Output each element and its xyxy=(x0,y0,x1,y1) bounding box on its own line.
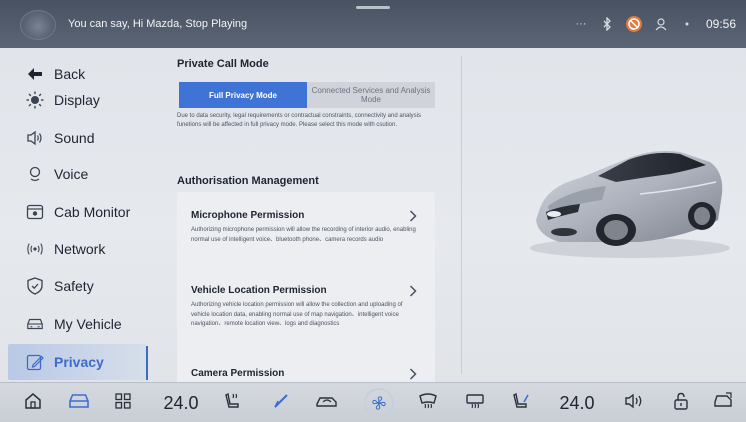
sidebar-item-label: Safety xyxy=(54,278,94,294)
privacy-settings-screen: You can say, Hi Mazda, Stop Playing ··· … xyxy=(0,0,746,422)
sidebar-item-label: Cab Monitor xyxy=(54,204,131,220)
sidebar-item-sound[interactable]: Sound xyxy=(8,120,146,156)
chevron-right-icon xyxy=(409,368,417,382)
passenger-seat-button[interactable] xyxy=(508,389,534,417)
active-indicator xyxy=(146,346,148,380)
sidebar-item-network[interactable]: Network xyxy=(8,231,146,267)
voice-icon xyxy=(26,165,44,183)
sidebar-item-label: Sound xyxy=(54,130,95,146)
private-call-mode-selector: Full Privacy Mode Connected Services and… xyxy=(179,82,435,108)
sidebar-item-safety[interactable]: Safety xyxy=(8,268,146,304)
chevron-right-icon xyxy=(409,285,417,300)
sidebar-item-privacy[interactable]: Privacy xyxy=(8,344,146,380)
fan-icon xyxy=(364,388,394,418)
front-defrost-icon xyxy=(418,392,438,415)
microphone-permission-row[interactable]: Microphone Permission Authorizing microp… xyxy=(191,210,427,245)
home-icon xyxy=(24,392,42,415)
network-icon xyxy=(26,240,44,258)
car-icon xyxy=(26,315,44,333)
back-arrow-icon xyxy=(26,65,44,83)
connected-services-mode-button[interactable]: Connected Services and Analysis Mode xyxy=(307,82,435,108)
more-icon: ··· xyxy=(575,18,587,30)
driver-temperature[interactable]: 24.0 xyxy=(156,389,206,417)
clock: 09:56 xyxy=(705,17,736,31)
sidebar-item-voice[interactable]: Voice xyxy=(8,156,146,192)
wiper-icon xyxy=(272,392,290,415)
apps-button[interactable] xyxy=(110,389,136,417)
lock-button[interactable] xyxy=(668,389,694,417)
bluetooth-icon xyxy=(600,16,614,32)
status-icons: ··· 09:56 xyxy=(574,14,736,34)
front-defrost-button[interactable] xyxy=(415,389,441,417)
privacy-content: Private Call Mode Full Privacy Mode Conn… xyxy=(165,48,455,382)
sidebar-item-label: Network xyxy=(54,241,106,257)
seat-icon xyxy=(512,392,530,415)
sun-icon xyxy=(26,91,44,109)
permission-title: Vehicle Location Permission xyxy=(191,285,327,296)
mute-warning-icon xyxy=(625,16,642,32)
car-view-button[interactable] xyxy=(710,389,736,417)
speaker-icon xyxy=(26,129,44,147)
permission-title: Camera Permission xyxy=(191,368,285,379)
panel-divider xyxy=(461,56,462,374)
sidebar-item-my-vehicle[interactable]: My Vehicle xyxy=(8,306,146,342)
car-recirculation-icon xyxy=(315,393,339,414)
shield-icon xyxy=(26,277,44,295)
driver-temp-value: 24.0 xyxy=(163,392,199,413)
driver-seat-heat-button[interactable] xyxy=(220,389,246,417)
volume-icon xyxy=(624,393,646,414)
status-bar: You can say, Hi Mazda, Stop Playing ··· … xyxy=(0,0,746,48)
vehicle-location-permission-row[interactable]: Vehicle Location Permission Authorizing … xyxy=(191,285,427,330)
chevron-right-icon xyxy=(409,210,417,225)
signal-icon xyxy=(680,17,694,31)
vehicle-button[interactable] xyxy=(64,389,94,417)
camera-permission-row[interactable]: Camera Permission xyxy=(191,368,427,382)
lock-icon xyxy=(673,392,689,415)
sidebar-item-label: Display xyxy=(54,92,100,108)
rear-defrost-button[interactable] xyxy=(462,389,488,417)
passenger-temperature[interactable]: 24.0 xyxy=(552,389,602,417)
seat-heat-icon xyxy=(224,392,242,415)
climate-dock: 24.0 24.0 xyxy=(0,382,746,422)
apps-grid-icon xyxy=(115,392,131,414)
permissions-list: Microphone Permission Authorizing microp… xyxy=(177,192,435,382)
permission-title: Microphone Permission xyxy=(191,210,305,221)
wiper-button[interactable] xyxy=(268,389,294,417)
sidebar-item-label: Privacy xyxy=(54,354,104,370)
voice-prompt-text: You can say, Hi Mazda, Stop Playing xyxy=(68,18,248,30)
car-icon xyxy=(68,392,90,415)
camera-icon xyxy=(26,203,44,221)
authorisation-title: Authorisation Management xyxy=(177,175,319,187)
permission-description: Authorizing vehicle location permission … xyxy=(191,302,403,327)
settings-sidebar: Back Display Sound Voice Cab Monitor Net… xyxy=(0,48,150,382)
sidebar-item-display[interactable]: Display xyxy=(8,82,146,118)
pull-down-handle[interactable] xyxy=(356,6,390,9)
sidebar-item-cab-monitor[interactable]: Cab Monitor xyxy=(8,194,146,230)
user-profile-icon xyxy=(654,17,668,31)
passenger-temp-value: 24.0 xyxy=(559,392,595,413)
full-privacy-mode-button[interactable]: Full Privacy Mode xyxy=(179,82,307,108)
permission-description: Authorizing microphone permission will a… xyxy=(191,227,416,243)
home-button[interactable] xyxy=(20,389,46,417)
voice-assistant-icon[interactable] xyxy=(20,10,56,40)
recirculation-button[interactable] xyxy=(312,389,342,417)
sidebar-item-label: My Vehicle xyxy=(54,316,122,332)
car-view-icon xyxy=(713,391,733,415)
volume-button[interactable] xyxy=(620,389,650,417)
vehicle-illustration xyxy=(520,120,730,270)
rear-defrost-icon xyxy=(465,392,485,415)
privacy-mode-note: Due to data security, legal requirements… xyxy=(177,113,422,128)
privacy-icon xyxy=(26,353,44,371)
fan-button[interactable] xyxy=(363,388,395,418)
back-label: Back xyxy=(54,66,86,82)
private-call-title: Private Call Mode xyxy=(177,58,269,70)
sidebar-item-label: Voice xyxy=(54,166,89,182)
